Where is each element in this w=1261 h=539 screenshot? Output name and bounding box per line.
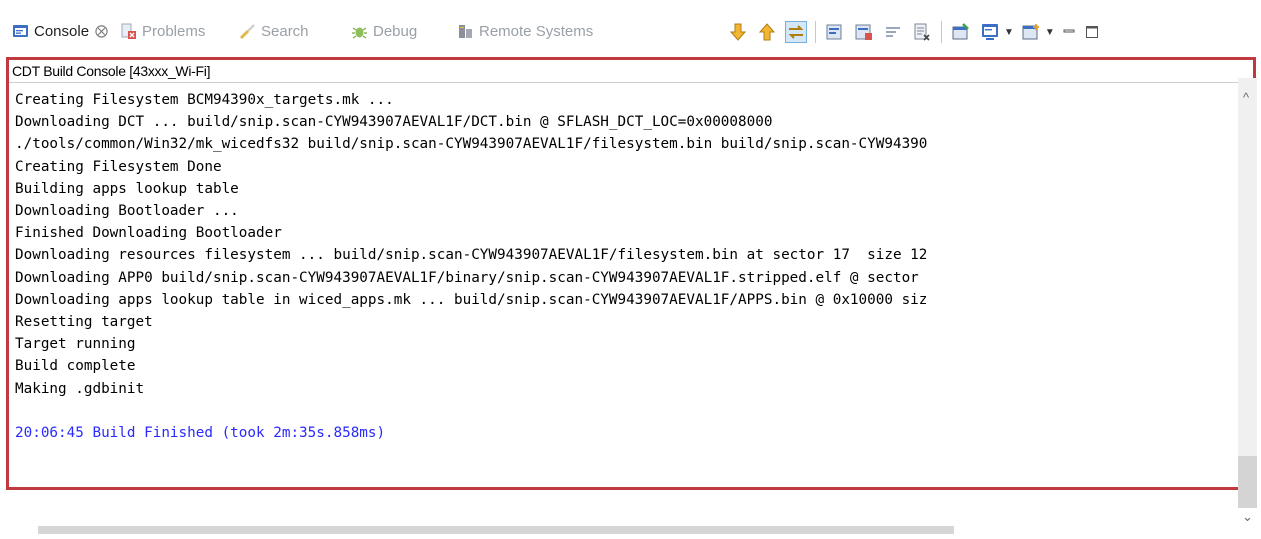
tab-label: Console	[34, 22, 90, 40]
remote-systems-icon	[457, 23, 474, 40]
pin-console-icon[interactable]	[951, 22, 971, 42]
tab-remote-systems[interactable]: Remote Systems	[457, 20, 593, 42]
console-line: Finished Downloading Bootloader	[15, 225, 282, 242]
console-line: 20:06:45 Build Finished (took 2m:35s.858…	[15, 425, 386, 442]
horizontal-scrollbar[interactable]	[38, 526, 954, 534]
console-line: Creating Filesystem BCM94390x_targets.mk…	[15, 92, 394, 108]
tab-search[interactable]: Search	[239, 20, 309, 42]
tab-label: Search	[261, 22, 309, 40]
console-line: Downloading APP0 build/snip.scan-CYW9439…	[15, 269, 919, 286]
console-output[interactable]: Creating Filesystem BCM94390x_targets.mk…	[15, 89, 927, 444]
open-console-icon[interactable]	[1021, 22, 1041, 42]
show-on-error-icon[interactable]	[854, 22, 874, 42]
console-line: Creating Filesystem Done	[15, 158, 222, 175]
tab-label: Problems	[142, 22, 206, 40]
chevron-down-icon[interactable]: ▼	[1045, 27, 1055, 38]
chevron-down-icon[interactable]: ▼	[1004, 27, 1014, 38]
show-on-output-icon[interactable]	[825, 22, 845, 42]
console-line: Downloading DCT ... build/snip.scan-CYW9…	[15, 114, 773, 131]
console-line: Build complete	[15, 358, 136, 375]
console-icon	[12, 23, 29, 40]
console-view: CDT Build Console [43xxx_Wi-Fi] Creating…	[6, 57, 1256, 490]
toolbar-separator	[815, 21, 816, 43]
tab-problems[interactable]: Problems	[120, 20, 205, 42]
console-line: ./tools/common/Win32/mk_wicedfs32 build/…	[15, 136, 928, 153]
tab-label: Remote Systems	[479, 22, 594, 40]
console-line: Downloading apps lookup table in wiced_a…	[15, 291, 928, 308]
console-line: Downloading Bootloader ...	[15, 203, 239, 220]
console-line: Making .gdbinit	[15, 380, 145, 397]
console-line: Downloading resources filesystem ... bui…	[15, 247, 928, 264]
scroll-up-icon[interactable]	[757, 22, 777, 42]
console-line: Building apps lookup table	[15, 180, 239, 197]
scroll-up-arrow-icon[interactable]: ^	[1243, 90, 1249, 105]
vertical-scrollbar[interactable]	[1238, 78, 1257, 508]
console-line: Target running	[15, 336, 136, 353]
scroll-down-icon[interactable]	[728, 22, 748, 42]
close-icon[interactable]: ⨂	[95, 23, 108, 39]
tab-debug[interactable]: Debug	[351, 20, 417, 42]
console-toolbar: ▼ ▼	[728, 20, 1108, 44]
view-tab-bar: Console ⨂ Problems Search Debug Remote S…	[0, 0, 1261, 50]
clear-console-icon[interactable]	[912, 22, 932, 42]
scroll-lock-icon[interactable]	[785, 21, 807, 43]
problems-icon	[120, 23, 137, 40]
scrollbar-thumb[interactable]	[1238, 456, 1257, 508]
maximize-icon[interactable]	[1085, 22, 1099, 42]
console-title: CDT Build Console [43xxx_Wi-Fi]	[9, 60, 1253, 83]
tab-console[interactable]: Console ⨂	[12, 20, 108, 42]
tab-label: Debug	[373, 22, 418, 40]
toolbar-separator	[941, 21, 942, 43]
search-icon	[239, 23, 256, 40]
minimize-icon[interactable]	[1062, 22, 1076, 42]
scroll-down-arrow-icon[interactable]: ⌄	[1242, 509, 1253, 525]
word-wrap-icon[interactable]	[883, 22, 903, 42]
display-console-icon[interactable]	[980, 22, 1000, 42]
debug-icon	[351, 23, 368, 40]
console-line: Resetting target	[15, 314, 153, 331]
